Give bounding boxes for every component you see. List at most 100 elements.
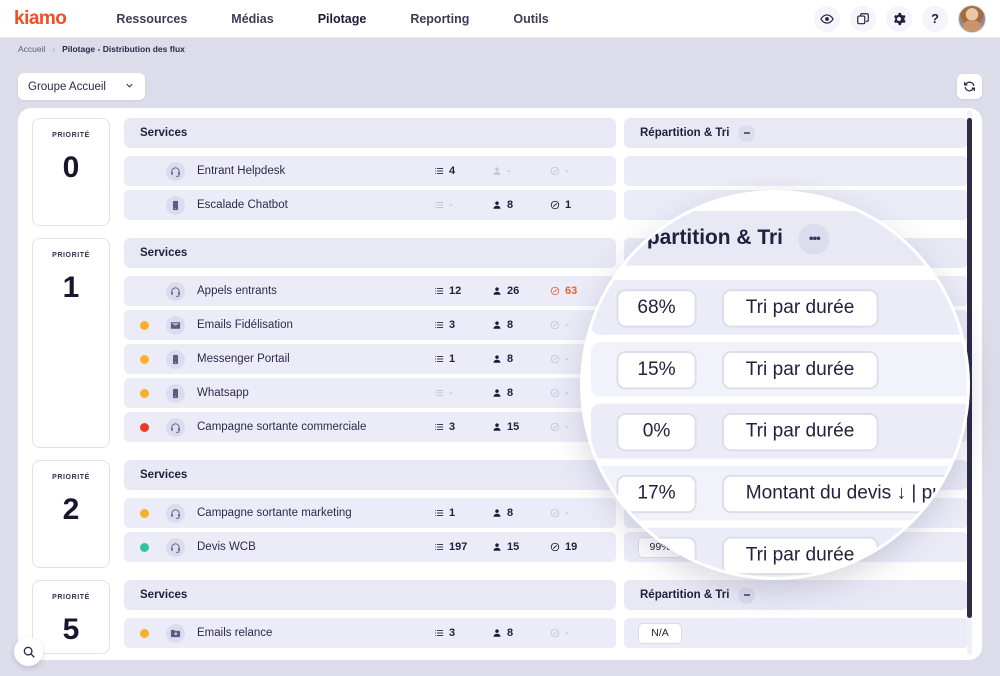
app-window: kiamo Ressources Médias Pilotage Reporting O… [0,0,1000,676]
gear-icon[interactable] [886,5,912,32]
metric-agents-value: 15 [507,421,520,433]
table-row[interactable]: Campagne sortante marketing 1 8 - [124,498,616,528]
status-badge [140,354,149,364]
table-row[interactable]: Campagne sortante commerciale 3 15 - [124,412,616,442]
repartition-column-header: Répartition & Tri [624,460,968,490]
nav-link-outils[interactable]: Outils [491,12,570,26]
distribution-percent-chip[interactable]: 0% [638,348,682,370]
metric-queue-value: 12 [449,285,462,297]
table-row[interactable]: Entrant Helpdesk 4 - - [124,156,616,186]
repartition-kebab-icon[interactable] [738,244,756,262]
breadcrumb-separator: › [52,44,56,54]
table-row[interactable]: Emails relance 3 8 - [124,618,616,648]
status-dot-slot [140,388,149,398]
copy-icon[interactable] [850,5,876,32]
mobile-icon [166,195,185,215]
table-row[interactable]: Whatsapp - 8 - [124,378,616,408]
distribution-percent-chip[interactable]: N/A [638,622,682,644]
services-header-label: Services [140,127,188,139]
repartition-row [624,156,968,186]
metric-queue-value: 197 [449,541,468,553]
folder-icon [166,623,185,643]
table-row[interactable]: Devis WCB 197 15 19 [124,532,616,562]
repartition-row: 0% Tri par durée [624,498,968,528]
sort-rule-chip[interactable]: Tri par durée [696,536,782,558]
services-column: Services Emails relance 3 8 - [124,580,616,654]
brand-logo[interactable]: kiamo [14,8,67,30]
status-dot-slot [140,542,149,552]
services-column: Services Campagne sortante marketing 1 8 - De… [124,460,616,568]
services-header-label: Services [140,469,188,481]
service-name: Campagne sortante marketing [197,507,352,519]
nav-link-reporting[interactable]: Reporting [388,12,491,26]
help-icon[interactable]: ? [922,5,948,32]
sort-rule-chip[interactable]: Tri par durée [696,416,782,438]
sort-rule-chip[interactable]: Tri par durée [696,280,782,302]
metric-waiting-value: - [565,353,569,365]
metric-queue: 197 [434,541,492,553]
table-row[interactable]: Emails Fidélisation 3 8 - [124,310,616,340]
table-row[interactable]: Messenger Portail 1 8 - [124,344,616,374]
headset-icon [166,161,185,181]
group-select-value: Groupe Accueil [28,80,106,93]
row-metrics: 3 8 - [434,627,600,639]
services-column: Services Entrant Helpdesk 4- - Escalade Chat… [124,118,616,226]
table-row[interactable]: Escalade Chatbot - 8 1 [124,190,616,220]
metric-waiting-value: - [565,421,569,433]
services-column-header: Services [124,460,616,490]
repartition-column-header: Répartition & Tri [624,238,968,268]
metric-queue-value: - [449,199,453,211]
metric-waiting: 1 [550,199,600,211]
breadcrumb-current: Pilotage - Distribution des flux [62,44,185,54]
mobile-icon [166,383,185,403]
row-metrics: 4 - - [434,165,600,177]
distribution-percent-chip[interactable]: 17% [638,382,682,404]
headset-icon [166,417,185,437]
nav-link-pilotage[interactable]: Pilotage [296,12,389,26]
distribution-percent-chip[interactable]: 0% [638,416,682,438]
sort-rule-chip[interactable]: Tri par durée [696,502,782,524]
vertical-scrollbar-thumb[interactable] [967,118,972,618]
service-name: Emails Fidélisation [197,319,293,331]
repartition-kebab-icon[interactable] [738,586,756,604]
eye-icon[interactable] [814,5,840,32]
headset-icon [166,281,185,301]
priority-number: 5 [62,613,80,646]
row-metrics: 3 15 - [434,421,600,433]
services-column-header: Services [124,238,616,268]
distribution-percent-chip[interactable]: 99% [638,536,682,558]
group-select[interactable]: Groupe Accueil [18,73,145,100]
metric-agents: 8 [492,353,550,365]
search-icon[interactable] [14,637,43,666]
sort-rule-chip[interactable]: Tri par durée [696,314,782,336]
metric-waiting-value: - [565,165,569,177]
repartition-column-header: Répartition & Tri [624,580,968,610]
vertical-scrollbar-track[interactable] [967,110,972,655]
services-header-label: Services [140,589,188,601]
metric-agents-value: 8 [507,199,514,211]
refresh-button[interactable] [957,74,982,99]
repartition-column-header: Répartition & Tri [624,118,968,148]
repartition-row: 15% Tri par durée [624,310,968,340]
repartition-kebab-icon[interactable] [738,466,756,484]
metric-queue-value: 3 [449,627,456,639]
metric-agents-value: 8 [507,627,514,639]
kebab-dot [747,474,750,476]
distribution-percent-chip[interactable]: 15% [638,314,682,336]
table-row[interactable]: Appels entrants 12 26 63 [124,276,616,306]
repartition-header-label: Répartition & Tri [640,469,730,481]
repartition-kebab-icon[interactable] [738,124,756,142]
row-metrics: - 8 - [434,387,600,399]
nav-link-ressources[interactable]: Ressources [94,12,209,26]
breadcrumb-home[interactable]: Accueil [18,44,45,54]
metric-agents: 8 [492,507,550,519]
metric-queue: 3 [434,627,492,639]
avatar[interactable] [958,4,986,33]
metric-waiting: 19 [550,541,600,553]
repartition-header-label: Répartition & Tri [640,589,730,601]
sort-rule-chip[interactable]: Tri par durée [696,348,782,370]
distribution-percent-chip[interactable]: 0% [638,502,682,524]
distribution-percent-chip[interactable]: 68% [638,280,682,302]
nav-link-mdias[interactable]: Médias [209,12,295,26]
sort-rule-chip[interactable]: Montant du devis ↓ | puis par durée [696,382,886,404]
